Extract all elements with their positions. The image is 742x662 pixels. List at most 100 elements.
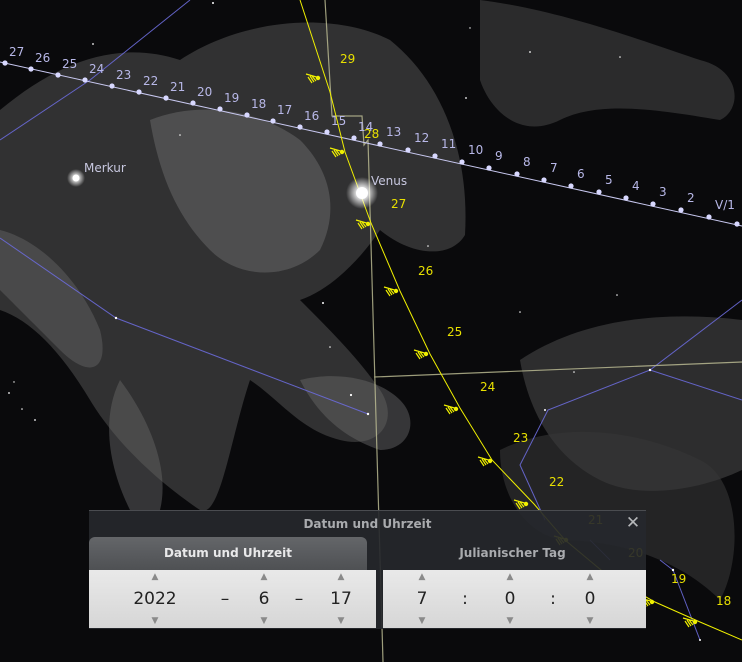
day-spinner: ▲ 17 ▼ [311,570,371,628]
minute-spinner: ▲ 0 ▼ [481,570,539,628]
ecliptic-day-label: 3 [659,185,667,199]
hour-down-arrow-icon[interactable]: ▼ [393,616,451,626]
ecliptic-day-label: 5 [605,173,613,187]
venus-day-label: 25 [447,325,462,339]
ecliptic-day-label: 16 [304,109,319,123]
minute-value[interactable]: 0 [481,589,539,609]
ecliptic-marker [623,195,629,201]
venus-label: Venus [371,174,407,188]
date-separator: – [220,589,230,609]
date-separator: – [294,589,304,609]
ecliptic-day-label: 12 [414,131,429,145]
ecliptic-day-label: 17 [277,103,292,117]
ecliptic-marker [324,129,330,135]
ecliptic-day-label: 9 [495,149,503,163]
tab-julian-day[interactable]: Julianischer Tag [379,537,646,571]
day-value[interactable]: 17 [311,589,371,609]
time-separator: : [462,589,468,609]
ecliptic-marker [734,221,740,227]
venus-day-label: 19 [671,572,686,586]
second-value[interactable]: 0 [561,589,619,609]
ecliptic-day-label: 11 [441,137,456,151]
ecliptic-marker [706,214,712,220]
ecliptic-marker [486,165,492,171]
second-spinner: ▲ 0 ▼ [561,570,619,628]
ecliptic-day-label: 21 [170,80,185,94]
ecliptic-day-label: V/1 [715,198,735,212]
time-separator: : [550,589,556,609]
venus-day-label: 27 [391,197,406,211]
minute-up-arrow-icon[interactable]: ▲ [481,572,539,582]
ecliptic-marker [190,100,196,106]
second-down-arrow-icon[interactable]: ▼ [561,616,619,626]
second-up-arrow-icon[interactable]: ▲ [561,572,619,582]
time-panel: ▲ 7 ▼ : ▲ 0 ▼ : ▲ 0 ▼ [383,570,646,628]
ecliptic-day-label: 23 [116,68,131,82]
ecliptic-marker [82,77,88,83]
month-up-arrow-icon[interactable]: ▲ [234,572,294,582]
ecliptic-marker [541,177,547,183]
ecliptic-day-label: 8 [523,155,531,169]
ecliptic-day-label: 20 [197,85,212,99]
ecliptic-marker [28,66,34,72]
ecliptic-marker [270,118,276,124]
venus-day-label: 29 [340,52,355,66]
day-up-arrow-icon[interactable]: ▲ [311,572,371,582]
venus-day-label: 23 [513,431,528,445]
ecliptic-day-label: 25 [62,57,77,71]
ecliptic-day-label: 7 [550,161,558,175]
ecliptic-marker [2,60,8,66]
year-value[interactable]: 2022 [117,589,193,609]
date-time-dialog: Datum und Uhrzeit ✕ Datum und Uhrzeit Ju… [89,510,646,629]
ecliptic-day-label: 13 [386,125,401,139]
year-up-arrow-icon[interactable]: ▲ [117,572,193,582]
dialog-title[interactable]: Datum und Uhrzeit [89,511,646,537]
year-spinner: ▲ 2022 ▼ [117,570,193,628]
venus-day-label: 22 [549,475,564,489]
ecliptic-marker [244,112,250,118]
venus-day-label: 26 [418,264,433,278]
ecliptic-day-label: 26 [35,51,50,65]
ecliptic-day-label: 2 [687,191,695,205]
ecliptic-marker [432,153,438,159]
mercury-planet [67,169,85,187]
ecliptic-marker [217,106,223,112]
ecliptic-marker [163,95,169,101]
month-value[interactable]: 6 [234,589,294,609]
ecliptic-marker [297,124,303,130]
ecliptic-marker [596,189,602,195]
ecliptic-day-label: 4 [632,179,640,193]
tab-date-time[interactable]: Datum und Uhrzeit [89,537,367,571]
ecliptic-marker [377,141,383,147]
date-panel: ▲ 2022 ▼ – ▲ 6 ▼ – ▲ 17 ▼ [89,570,376,628]
hour-up-arrow-icon[interactable]: ▲ [393,572,451,582]
ecliptic-day-label: 22 [143,74,158,88]
ecliptic-marker [109,83,115,89]
ecliptic-day-label: 24 [89,62,104,76]
ecliptic-day-label: 6 [577,167,585,181]
ecliptic-day-label: 10 [468,143,483,157]
venus-day-label: 18 [716,594,731,608]
ecliptic-marker [514,171,520,177]
ecliptic-day-label: 18 [251,97,266,111]
ecliptic-marker [351,135,357,141]
venus-day-label: 28 [364,127,379,141]
ecliptic-marker [136,89,142,95]
ecliptic-day-label: 27 [9,45,24,59]
close-icon[interactable]: ✕ [624,514,642,532]
ecliptic-marker [55,72,61,78]
month-spinner: ▲ 6 ▼ [234,570,294,628]
hour-spinner: ▲ 7 ▼ [393,570,451,628]
day-down-arrow-icon[interactable]: ▼ [311,616,371,626]
mercury-label: Merkur [84,161,126,175]
hour-value[interactable]: 7 [393,589,451,609]
ecliptic-marker [678,207,684,213]
month-down-arrow-icon[interactable]: ▼ [234,616,294,626]
year-down-arrow-icon[interactable]: ▼ [117,616,193,626]
ecliptic-marker [405,147,411,153]
minute-down-arrow-icon[interactable]: ▼ [481,616,539,626]
venus-day-label: 24 [480,380,495,394]
ecliptic-marker [568,183,574,189]
ecliptic-marker [459,159,465,165]
ecliptic-day-label: 19 [224,91,239,105]
